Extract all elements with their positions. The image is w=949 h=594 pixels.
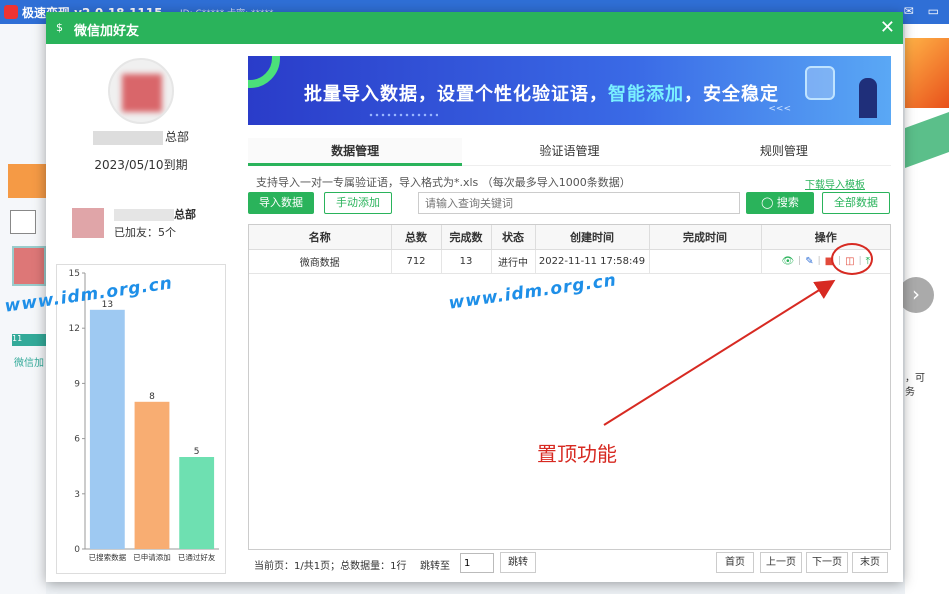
annotation-label: 置顶功能 (537, 442, 617, 466)
